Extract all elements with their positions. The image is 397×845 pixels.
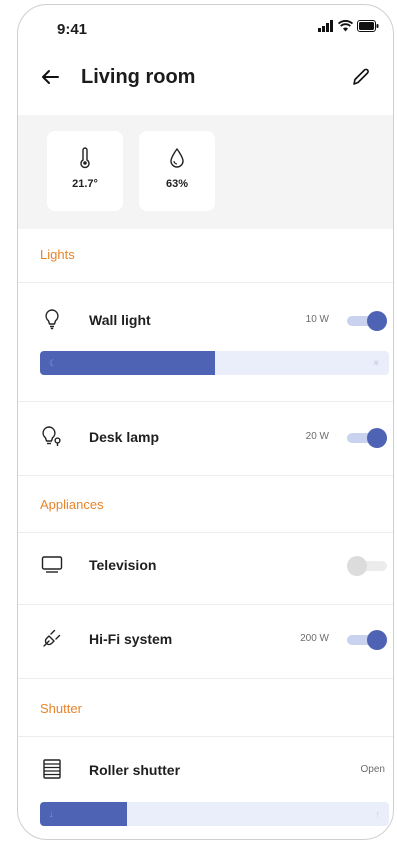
tv-icon bbox=[41, 556, 63, 573]
hifi-toggle[interactable] bbox=[347, 630, 387, 650]
power-value: 20 W bbox=[305, 431, 329, 442]
status-bar: 9:41 bbox=[18, 5, 393, 49]
desk-lamp-icon bbox=[42, 426, 61, 446]
device-row-roller-shutter[interactable]: Roller shutter Open bbox=[18, 753, 393, 789]
humidity-card: 63% bbox=[139, 131, 215, 211]
status-icons bbox=[318, 20, 379, 32]
section-lights-header: Lights bbox=[40, 247, 75, 262]
power-value: 200 W bbox=[300, 633, 329, 644]
wall-light-brightness-slider[interactable]: ☾ ☀ bbox=[40, 351, 389, 375]
divider bbox=[18, 401, 393, 402]
wall-light-toggle[interactable] bbox=[347, 311, 387, 331]
device-row-hifi[interactable]: Hi-Fi system 200 W bbox=[18, 622, 393, 658]
arrow-down-icon: ↓ bbox=[49, 809, 54, 819]
bulb-icon bbox=[45, 309, 59, 330]
device-row-wall-light[interactable]: Wall light 10 W bbox=[18, 303, 393, 339]
phone-frame: 9:41 Living room 21.7° 63% Lights Wall l… bbox=[17, 4, 394, 840]
divider bbox=[18, 282, 393, 283]
signal-icon bbox=[318, 20, 333, 32]
plug-icon bbox=[43, 629, 61, 647]
pencil-icon[interactable] bbox=[349, 65, 373, 89]
device-label: Television bbox=[89, 557, 157, 573]
shutter-icon bbox=[43, 759, 61, 779]
droplet-icon bbox=[170, 147, 184, 168]
device-label: Hi-Fi system bbox=[89, 631, 173, 647]
sun-icon: ☀ bbox=[371, 358, 380, 368]
section-shutter-header: Shutter bbox=[40, 701, 82, 716]
sensor-panel: 21.7° 63% bbox=[18, 115, 393, 229]
slider-fill bbox=[40, 351, 215, 375]
back-arrow-icon[interactable] bbox=[38, 65, 62, 89]
divider bbox=[18, 736, 393, 737]
section-appliances-header: Appliances bbox=[40, 497, 104, 512]
shutter-position-slider[interactable]: ↓ ↑ bbox=[40, 802, 389, 826]
device-label: Desk lamp bbox=[89, 429, 160, 445]
temperature-value: 21.7° bbox=[72, 178, 98, 190]
device-label: Wall light bbox=[89, 312, 151, 328]
power-value: 10 W bbox=[305, 314, 329, 325]
temperature-card: 21.7° bbox=[47, 131, 123, 211]
device-label: Roller shutter bbox=[89, 762, 181, 778]
moon-icon: ☾ bbox=[49, 358, 58, 368]
arrow-up-icon: ↑ bbox=[375, 809, 381, 819]
divider bbox=[18, 532, 393, 533]
thermometer-icon bbox=[80, 147, 90, 169]
wifi-icon bbox=[338, 20, 353, 32]
app-bar: Living room bbox=[18, 59, 393, 99]
battery-icon bbox=[357, 20, 379, 32]
divider bbox=[18, 475, 393, 476]
desk-lamp-toggle[interactable] bbox=[347, 428, 387, 448]
page-title: Living room bbox=[81, 66, 196, 88]
divider bbox=[18, 678, 393, 679]
device-row-television[interactable]: Television bbox=[18, 548, 393, 584]
shutter-state: Open bbox=[360, 764, 385, 775]
device-row-desk-lamp[interactable]: Desk lamp 20 W bbox=[18, 420, 393, 456]
television-toggle[interactable] bbox=[347, 556, 387, 576]
divider bbox=[18, 604, 393, 605]
humidity-value: 63% bbox=[165, 178, 189, 190]
status-time: 9:41 bbox=[57, 21, 88, 38]
